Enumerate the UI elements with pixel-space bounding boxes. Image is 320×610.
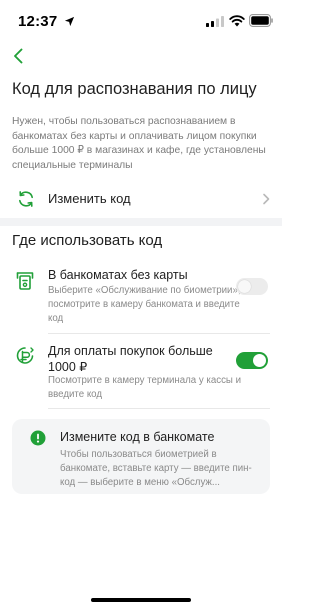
- atm-option-subtitle: Выберите «Обслуживание по биометрии», по…: [48, 285, 241, 324]
- info-card-body: Чтобы пользоваться биометрией в банкомат…: [60, 449, 252, 488]
- toggle-knob: [238, 280, 251, 293]
- purchases-option: Для оплаты покупок больше 1000 ₽ Посмотр…: [0, 344, 282, 406]
- face-payment-icon: [16, 347, 34, 364]
- atm-icon: [16, 272, 34, 290]
- status-time: 12:37: [18, 13, 58, 30]
- usage-section-title: Где использовать код: [12, 232, 163, 249]
- section-separator: [0, 218, 282, 226]
- option-divider: [48, 408, 270, 409]
- chevron-right-icon: [263, 193, 270, 205]
- info-card-title: Измените код в банкомате: [60, 430, 215, 444]
- purchases-option-title: Для оплаты покупок больше 1000 ₽: [48, 344, 213, 374]
- purchases-toggle[interactable]: [236, 352, 268, 369]
- info-card[interactable]: Измените код в банкомате Чтобы пользоват…: [12, 419, 270, 494]
- atm-option-title: В банкоматах без карты: [48, 268, 188, 282]
- battery-icon: [249, 14, 273, 27]
- page-description: Нужен, чтобы пользоваться распознаванием…: [12, 116, 266, 171]
- warning-icon: [30, 430, 46, 446]
- wifi-icon: [229, 15, 245, 27]
- page-title: Код для распознавания по лицу: [12, 80, 257, 98]
- refresh-icon: [19, 191, 33, 207]
- cellular-signal-icon: [206, 16, 224, 27]
- location-arrow-icon: [64, 16, 75, 27]
- purchases-option-subtitle: Посмотрите в камеру терминала у кассы и …: [48, 375, 241, 400]
- home-indicator: [91, 598, 191, 602]
- option-divider: [48, 333, 270, 334]
- atm-toggle[interactable]: [236, 278, 268, 295]
- change-code-label: Изменить код: [48, 191, 131, 206]
- back-button[interactable]: [6, 44, 30, 68]
- toggle-knob: [253, 354, 266, 367]
- chevron-left-icon: [14, 48, 23, 64]
- status-bar: 12:37: [0, 0, 282, 44]
- atm-option: В банкоматах без карты Выберите «Обслужи…: [0, 268, 282, 330]
- change-code-row[interactable]: Изменить код: [0, 180, 282, 218]
